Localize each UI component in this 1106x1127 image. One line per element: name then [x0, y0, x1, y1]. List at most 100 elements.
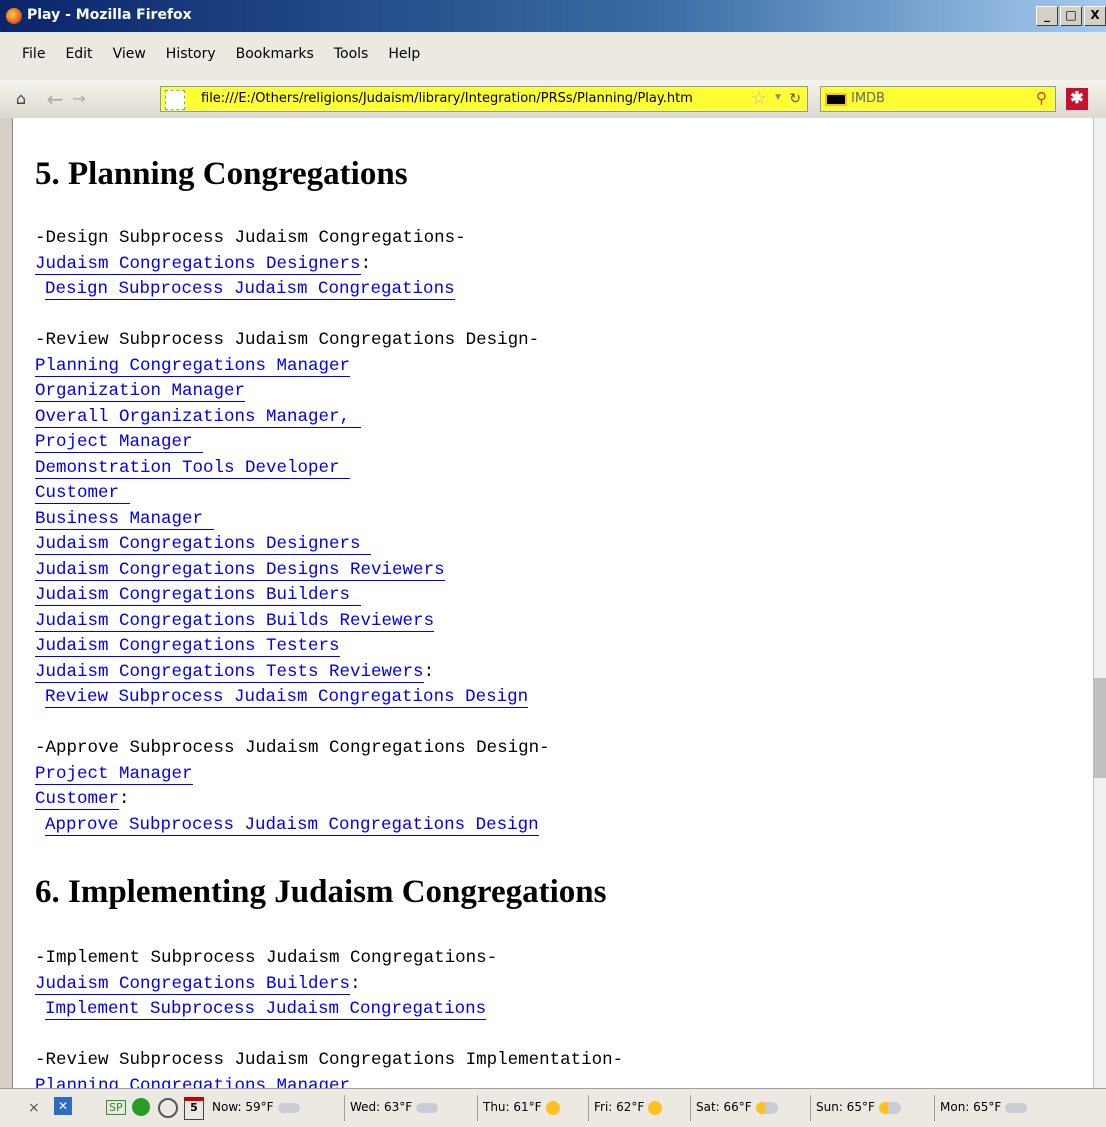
addon-icon[interactable]: ✱	[1066, 88, 1088, 110]
link-role[interactable]: Judaism Congregations Designers	[35, 534, 372, 555]
section-design: -Design Subprocess Judaism Congregations…	[35, 226, 466, 303]
menu-file[interactable]: File	[22, 46, 45, 62]
link-role[interactable]: Overall Organizations Manager,	[35, 406, 361, 428]
link-subprocess[interactable]: Review Subprocess Judaism Congregations …	[45, 687, 529, 708]
link-role[interactable]: Business Manager	[35, 508, 214, 530]
url-dropdown-icon[interactable]: ▼	[773, 92, 783, 103]
forward-icon[interactable]: →	[68, 88, 90, 110]
status-bar: × ✕ SP 5 Now: 59°F Wed: 63°F Thu: 61°F F…	[0, 1088, 1106, 1127]
link-role[interactable]: Demonstration Tools Developer	[35, 457, 351, 479]
search-icon[interactable]: ⚲	[1036, 89, 1047, 107]
cloud-rain-icon	[416, 1102, 439, 1113]
sidebar-grip	[0, 118, 12, 1088]
title-bar: Play - Mozilla Firefox _ □ X	[0, 0, 1106, 32]
menu-bar: File Edit View History Bookmarks Tools H…	[0, 32, 1106, 80]
weather-sun-text: Sun: 65°F	[816, 1100, 875, 1114]
menu-bookmarks[interactable]: Bookmarks	[236, 46, 314, 62]
colon: :	[350, 973, 361, 994]
weather-fri-text: Fri: 62°F	[594, 1100, 645, 1114]
status-green-icon[interactable]	[132, 1098, 150, 1116]
section-head: -Implement Subprocess Judaism Congregati…	[35, 948, 498, 968]
section-review-implementation: -Review Subprocess Judaism Congregations…	[35, 1048, 623, 1088]
link-role[interactable]: Judaism Congregations Testers	[35, 636, 340, 657]
vertical-scrollbar[interactable]	[1093, 118, 1106, 1088]
menu-edit[interactable]: Edit	[65, 46, 92, 62]
close-button[interactable]: X	[1084, 6, 1106, 26]
divider	[934, 1095, 935, 1121]
link-role[interactable]: Judaism Congregations Tests Reviewers	[35, 661, 424, 683]
weather-sat[interactable]: Sat: 66°F	[696, 1100, 778, 1114]
link-role[interactable]: Planning Congregations Manager	[35, 355, 351, 377]
weather-thu-text: Thu: 61°F	[483, 1100, 542, 1114]
minimize-button[interactable]: _	[1036, 6, 1058, 26]
imdb-engine-icon[interactable]	[825, 93, 847, 106]
addon-x-icon[interactable]: ✕	[54, 1097, 72, 1115]
section-head: -Review Subprocess Judaism Congregations…	[35, 1050, 624, 1070]
divider	[588, 1095, 589, 1121]
link-role[interactable]: Organization Manager	[35, 381, 246, 402]
back-icon[interactable]: ←	[44, 88, 66, 110]
link-role[interactable]: Project Manager	[35, 432, 204, 453]
link-role[interactable]: Project Manager	[35, 763, 193, 785]
link-subprocess[interactable]: Design Subprocess Judaism Congregations	[45, 279, 455, 300]
link-role[interactable]: Customer	[35, 789, 120, 810]
navigation-toolbar: ⌂ ← → file:///E:/Others/religions/Judais…	[0, 80, 1106, 119]
section-head: -Design Subprocess Judaism Congregations…	[35, 228, 466, 248]
calendar-icon[interactable]: 5	[184, 1097, 204, 1120]
sun-icon	[648, 1100, 663, 1115]
link-role[interactable]: Planning Congregations Manager	[35, 1075, 351, 1088]
weather-sat-text: Sat: 66°F	[696, 1100, 752, 1114]
weather-wed[interactable]: Wed: 63°F	[350, 1100, 439, 1114]
menu-help[interactable]: Help	[388, 46, 420, 62]
weather-mon[interactable]: Mon: 65°F	[940, 1100, 1028, 1114]
cloud-rain-icon	[1005, 1102, 1028, 1113]
section-review-design: -Review Subprocess Judaism Congregations…	[35, 328, 539, 711]
firefox-icon	[6, 8, 22, 24]
section-head: -Review Subprocess Judaism Congregations…	[35, 330, 540, 350]
colon: :	[423, 661, 435, 682]
bookmark-star-icon[interactable]: ☆	[751, 88, 767, 109]
maximize-button[interactable]: □	[1060, 6, 1082, 26]
divider	[690, 1095, 691, 1121]
window-title: Play - Mozilla Firefox	[27, 7, 192, 23]
weather-fri[interactable]: Fri: 62°F	[594, 1100, 663, 1115]
weather-now[interactable]: Now: 59°F	[212, 1100, 300, 1114]
scrollbar-thumb[interactable]	[1094, 678, 1106, 778]
url-bar[interactable]: file:///E:/Others/religions/Judaism/libr…	[160, 86, 808, 112]
weather-thu[interactable]: Thu: 61°F	[483, 1100, 560, 1115]
window-controls: _ □ X	[1036, 6, 1106, 26]
weather-sun[interactable]: Sun: 65°F	[816, 1100, 901, 1114]
divider	[344, 1095, 345, 1121]
close-icon[interactable]: ×	[28, 1100, 40, 1116]
link-subprocess[interactable]: Implement Subprocess Judaism Congregatio…	[45, 999, 487, 1020]
section-head: -Approve Subprocess Judaism Congregation…	[35, 738, 550, 758]
link-role[interactable]: Judaism Congregations Designs Reviewers	[35, 559, 445, 581]
partly-cloudy-icon	[755, 1101, 778, 1114]
menu-tools[interactable]: Tools	[334, 46, 369, 62]
heading-implementing: 6. Implementing Judaism Congregations	[35, 874, 607, 910]
site-identity-icon[interactable]	[165, 90, 185, 110]
link-role[interactable]: Judaism Congregations Builders	[35, 585, 361, 606]
link-subprocess[interactable]: Approve Subprocess Judaism Congregations…	[45, 814, 539, 836]
weather-mon-text: Mon: 65°F	[940, 1100, 1002, 1114]
clock-icon[interactable]	[158, 1098, 178, 1118]
link-role[interactable]: Judaism Congregations Builders	[35, 973, 351, 995]
menu-history[interactable]: History	[166, 46, 216, 62]
link-role[interactable]: Customer	[35, 483, 130, 504]
search-bar[interactable]: IMDB ⚲	[820, 86, 1056, 112]
sp-icon[interactable]: SP	[106, 1100, 126, 1115]
link-role[interactable]: Judaism Congregations Designers	[35, 253, 361, 275]
reload-icon[interactable]: ↻	[789, 90, 801, 107]
partly-cloudy-icon	[878, 1101, 901, 1114]
home-icon[interactable]: ⌂	[10, 88, 32, 110]
cloud-icon	[277, 1102, 300, 1113]
colon: :	[119, 789, 130, 809]
link-role[interactable]: Judaism Congregations Builds Reviewers	[35, 610, 435, 632]
search-placeholder: IMDB	[851, 91, 885, 106]
colon: :	[360, 253, 372, 274]
menu-view[interactable]: View	[113, 46, 146, 62]
section-approve-design: -Approve Subprocess Judaism Congregation…	[35, 736, 550, 838]
heading-planning-congregations: 5. Planning Congregations	[35, 156, 408, 192]
divider	[810, 1095, 811, 1121]
url-text[interactable]: file:///E:/Others/religions/Judaism/libr…	[201, 91, 731, 106]
